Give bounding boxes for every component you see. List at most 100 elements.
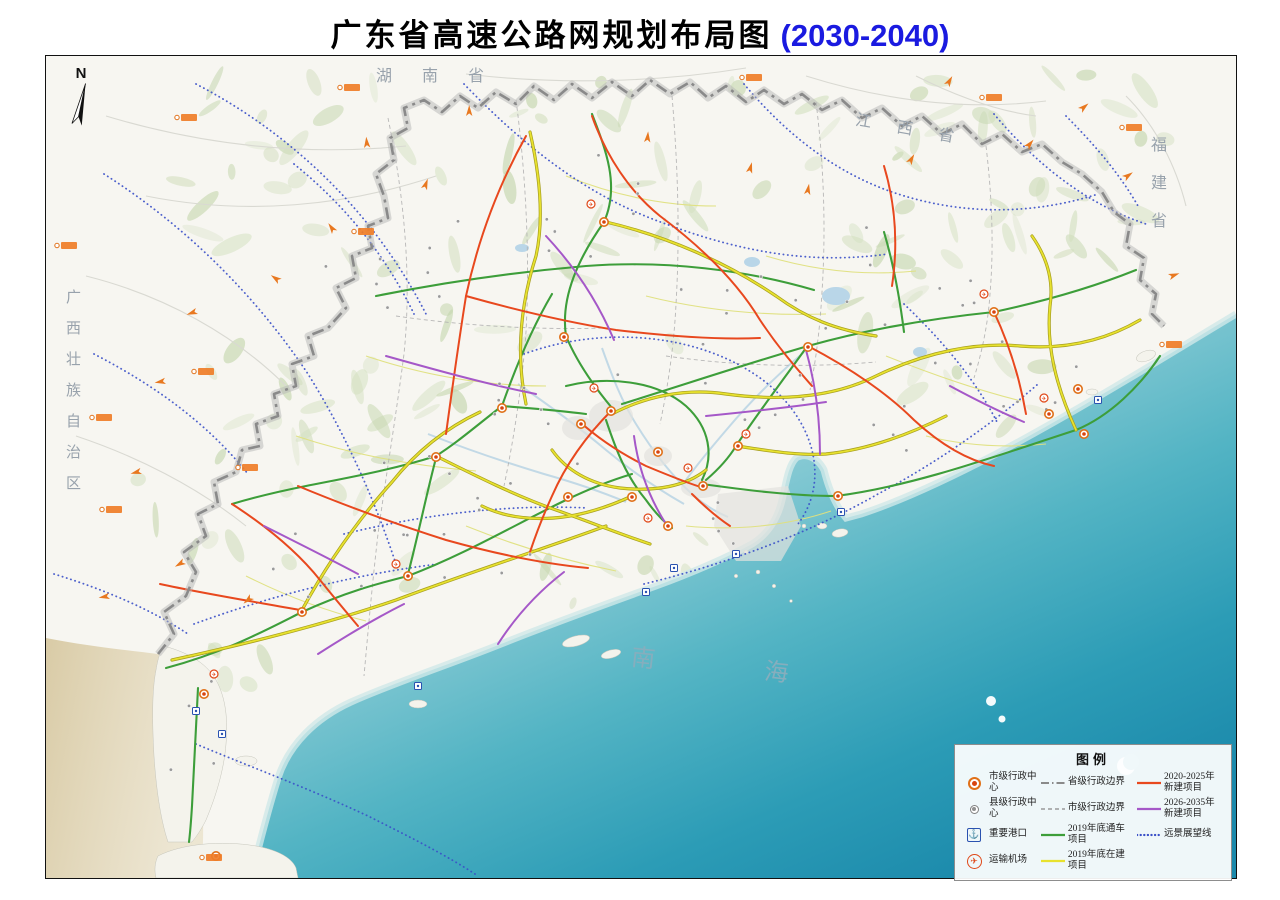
county-marker xyxy=(632,212,635,215)
county-marker xyxy=(872,423,875,426)
county-marker xyxy=(961,304,964,307)
county-marker xyxy=(798,374,801,377)
county-marker xyxy=(497,399,500,402)
construction-2019-line-icon xyxy=(1041,858,1065,864)
provincial-boundary-line-icon xyxy=(1041,780,1065,786)
county-marker xyxy=(726,289,729,292)
city-marker xyxy=(990,308,998,316)
county-marker xyxy=(701,343,704,346)
county-marker xyxy=(443,576,446,579)
city-marker xyxy=(654,448,662,456)
county-marker xyxy=(402,533,405,536)
city-label-chip xyxy=(980,94,1002,101)
county-marker xyxy=(597,154,600,157)
legend-columns: 市级行政中心 县级行政中心 ⚓ 重要港口 ✈ 运输机场 省级行 xyxy=(962,770,1224,874)
compass: N xyxy=(64,66,98,134)
county-marker xyxy=(522,386,525,389)
county-marker xyxy=(934,361,937,364)
airport-marker: ✈ xyxy=(392,560,400,568)
county-marker xyxy=(680,288,683,291)
county-marker xyxy=(774,413,777,416)
county-marker xyxy=(498,382,501,385)
legend-item-prospect: 远景展望线 xyxy=(1137,822,1224,848)
county-marker xyxy=(169,768,172,771)
county-marker xyxy=(509,482,512,485)
county-marker xyxy=(210,680,213,683)
city-marker xyxy=(600,218,608,226)
opened-2019-line-icon xyxy=(1041,832,1065,838)
county-marker xyxy=(869,263,872,266)
county-marker xyxy=(938,287,941,290)
airport-marker: ✈ xyxy=(644,514,652,522)
county-marker xyxy=(428,246,431,249)
city-marker xyxy=(834,492,842,500)
svg-text:✈: ✈ xyxy=(743,431,748,438)
county-marker xyxy=(845,300,848,303)
county-marker xyxy=(865,226,868,229)
city-marker xyxy=(200,690,208,698)
airport-marker: ✈ xyxy=(590,384,598,392)
city-marker xyxy=(577,420,585,428)
county-marker xyxy=(716,501,719,504)
county-marker xyxy=(426,271,429,274)
county-marker xyxy=(725,312,728,315)
city-marker xyxy=(628,493,636,501)
city-label-chip xyxy=(55,242,77,249)
county-marker xyxy=(794,299,797,302)
county-marker xyxy=(272,567,275,570)
county-marker xyxy=(892,433,895,436)
county-marker xyxy=(905,449,908,452)
title-year: (2030-2040) xyxy=(781,18,950,53)
city-marker xyxy=(404,572,412,580)
county-marker xyxy=(324,265,327,268)
port-marker xyxy=(415,683,422,690)
legend-item-opened-2019: 2019年底通车项目 xyxy=(1041,822,1133,848)
port-marker xyxy=(219,731,226,738)
county-marker xyxy=(903,405,906,408)
airport-marker: ✈ xyxy=(980,290,988,298)
page-title: 广东省高速公路网规划布局图(2030-2040) xyxy=(0,10,1280,55)
svg-text:✈: ✈ xyxy=(685,465,690,472)
county-marker xyxy=(743,418,746,421)
county-marker xyxy=(187,704,190,707)
county-marker xyxy=(553,230,556,233)
county-marker xyxy=(375,282,378,285)
legend-title: 图例 xyxy=(962,749,1224,768)
city-label-chip xyxy=(100,506,122,513)
county-marker xyxy=(616,373,619,376)
airport-marker: ✈ xyxy=(742,430,750,438)
county-marker xyxy=(373,529,376,532)
city-label-chip xyxy=(90,414,112,421)
title-main: 广东省高速公路网规划布局图 xyxy=(331,18,773,53)
city-label-chip xyxy=(192,368,214,375)
svg-text:✈: ✈ xyxy=(393,561,398,568)
legend-item-new-2026-2035: 2026-2035年新建项目 xyxy=(1137,796,1224,822)
county-marker xyxy=(969,362,972,365)
city-marker xyxy=(699,482,707,490)
city-marker xyxy=(498,404,506,412)
city-marker xyxy=(1080,430,1088,438)
county-marker xyxy=(547,422,550,425)
county-marker xyxy=(500,571,503,574)
city-label-chip xyxy=(175,114,197,121)
municipal-boundary-line-icon xyxy=(1041,806,1065,812)
city-label-chip xyxy=(236,464,258,471)
county-marker xyxy=(969,279,972,282)
compass-north-label: N xyxy=(64,66,98,81)
county-marker xyxy=(360,584,363,587)
county-marker xyxy=(712,517,715,520)
prospect-line-icon xyxy=(1137,832,1161,838)
county-marker xyxy=(1075,365,1078,368)
port-marker xyxy=(733,551,740,558)
county-marker xyxy=(406,533,409,536)
legend: 图例 市级行政中心 县级行政中心 ⚓ 重要港口 ✈ 运输机场 xyxy=(954,744,1232,881)
city-marker xyxy=(664,522,672,530)
city-marker xyxy=(607,407,615,415)
compass-arrow-icon xyxy=(71,81,91,129)
legend-item-county-center: 县级行政中心 xyxy=(962,796,1037,822)
county-marker xyxy=(386,306,389,309)
city-marker xyxy=(804,343,812,351)
county-marker xyxy=(442,533,445,536)
county-marker xyxy=(448,472,451,475)
port-marker xyxy=(671,565,678,572)
